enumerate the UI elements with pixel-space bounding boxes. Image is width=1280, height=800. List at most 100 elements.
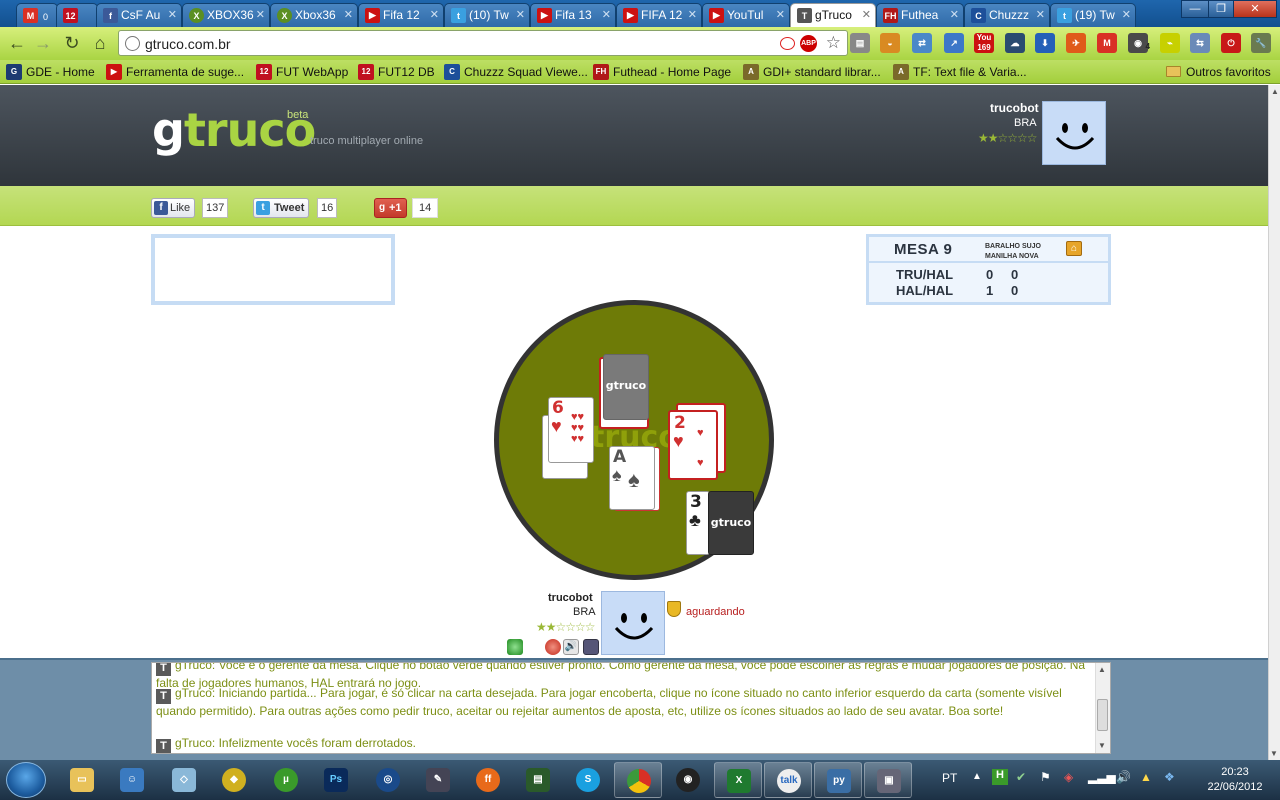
tab-item[interactable]: ▶ FIFA 12 ✕ [616, 3, 702, 27]
close-icon[interactable]: ✕ [688, 8, 697, 21]
tab-item[interactable]: X Xbox36 ✕ [270, 3, 358, 27]
tweet-button[interactable]: t Tweet [253, 198, 310, 218]
cloud-icon[interactable]: ☁ [1005, 33, 1025, 53]
drive-icon[interactable]: ▲ [1140, 770, 1152, 784]
tab-item[interactable]: t (10) Tw ✕ [444, 3, 530, 27]
scroll-up-icon[interactable]: ▲ [1271, 87, 1279, 96]
reload-button[interactable]: ↻ [60, 31, 84, 55]
taskbar-app[interactable]: ▣ [864, 762, 912, 798]
taskbar-skype[interactable]: S [564, 762, 612, 798]
system-clock[interactable]: 20:23 22/06/2012 [1200, 765, 1270, 795]
taskbar-app[interactable]: ✎ [414, 762, 462, 798]
tab-item[interactable]: X XBOX36 ✕ [182, 3, 270, 27]
eye-icon[interactable]: ◉ 4 [1128, 33, 1150, 53]
volume-icon[interactable]: 🔊 [1116, 770, 1131, 784]
extension-icon[interactable] [780, 37, 795, 50]
ready-button[interactable] [507, 639, 523, 655]
taskbar-explorer[interactable]: ▭ [58, 762, 106, 798]
taskbar-python[interactable]: py [814, 762, 862, 798]
bookmark-item[interactable]: FH Futhead - Home Page [593, 63, 731, 81]
tab-item[interactable]: FH Futhea ✕ [876, 3, 964, 27]
bookmark-item[interactable]: 12 FUT12 DB [358, 63, 435, 81]
close-icon[interactable]: ✕ [1036, 8, 1045, 21]
taskbar-gtalk[interactable]: talk [764, 762, 812, 798]
taskbar-app[interactable]: ▤ [514, 762, 562, 798]
header-player-name[interactable]: trucobot [990, 101, 1039, 115]
other-bookmarks[interactable]: Outros favoritos [1166, 63, 1271, 81]
bird-icon[interactable]: ✈ [1066, 33, 1086, 53]
youtube-icon[interactable]: You 169 [974, 33, 994, 53]
tab-item[interactable]: t (19) Tw ✕ [1050, 3, 1136, 27]
scroll-thumb[interactable] [1097, 699, 1108, 731]
tab-item[interactable]: C Chuzzz ✕ [964, 3, 1050, 27]
player-name[interactable]: trucobot [548, 592, 593, 604]
scroll-down-icon[interactable]: ▼ [1270, 749, 1278, 758]
bookmark-star-icon[interactable]: ☆ [826, 33, 841, 53]
taskbar-photoshop[interactable]: Ps [312, 762, 360, 798]
bookmark-item[interactable]: ▶ Ferramenta de suge... [106, 63, 244, 81]
arrows-icon[interactable]: ⇄ [912, 33, 932, 53]
plug-icon[interactable]: ⌁ [1160, 33, 1180, 53]
player-avatar[interactable] [601, 591, 665, 655]
close-icon[interactable]: ✕ [344, 8, 353, 21]
taskbar-app[interactable]: ◆ [210, 762, 258, 798]
taskbar-network[interactable]: ☺ [108, 762, 156, 798]
close-icon[interactable]: ✕ [168, 8, 177, 21]
tab-fut[interactable]: 12 [56, 3, 98, 27]
flag-icon[interactable]: ⚑ [1040, 770, 1051, 784]
taskbar-excel[interactable]: X [714, 762, 762, 798]
stop-button[interactable] [545, 639, 561, 655]
shield-icon[interactable]: ◈ [1064, 770, 1073, 784]
tab-item[interactable]: ▶ Fifa 13 ✕ [530, 3, 616, 27]
scroll-down-icon[interactable]: ▼ [1098, 741, 1106, 750]
download-icon[interactable]: ⬇ [1035, 33, 1055, 53]
tab-gmail[interactable]: M 0 [16, 3, 58, 27]
close-icon[interactable]: ✕ [950, 8, 959, 21]
taskbar-app[interactable]: ◇ [160, 762, 208, 798]
taskbar-app[interactable]: ◉ [664, 762, 712, 798]
maximize-button[interactable]: ❐ [1208, 0, 1234, 18]
close-icon[interactable]: ✕ [776, 8, 785, 21]
signal-icon[interactable]: ▂▃▅ [1088, 770, 1116, 784]
h-icon[interactable]: H [992, 769, 1008, 785]
close-icon[interactable]: ✕ [602, 8, 611, 21]
gmail-icon[interactable]: M [1097, 33, 1117, 53]
adblock-icon[interactable]: ABP [800, 35, 817, 52]
print-icon[interactable]: ▤ [850, 33, 870, 53]
sound-icon[interactable]: 🔊 [563, 639, 579, 655]
bookmark-item[interactable]: C Chuzzz Squad Viewe... [444, 63, 588, 81]
close-icon[interactable]: ✕ [430, 8, 439, 21]
header-avatar[interactable] [1042, 101, 1106, 165]
dropbox-icon[interactable]: ❖ [1164, 770, 1175, 784]
bookmark-item[interactable]: 12 FUT WebApp [256, 63, 348, 81]
taskbar-chrome[interactable] [614, 762, 662, 798]
language-indicator[interactable]: PT [942, 771, 957, 785]
tab-item[interactable]: ▶ YouTul ✕ [702, 3, 790, 27]
scroll-up-icon[interactable]: ▲ [1098, 665, 1106, 674]
share-icon[interactable]: ↗ [944, 33, 964, 53]
minimize-button[interactable]: — [1181, 0, 1209, 18]
power-icon[interactable]: ⏻ [1221, 33, 1241, 53]
chat-scrollbar[interactable]: ▲ ▼ [1095, 663, 1110, 753]
card-three-clubs[interactable]: 3 ♣ [686, 491, 710, 555]
close-icon[interactable]: ✕ [1122, 8, 1131, 21]
forward-button[interactable]: → [31, 31, 55, 55]
url-text[interactable]: gtruco.com.br [145, 36, 231, 52]
close-icon[interactable]: ✕ [256, 8, 265, 21]
close-icon[interactable]: ✕ [516, 8, 525, 21]
swap-icon[interactable]: ⇆ [1190, 33, 1210, 53]
taskbar-firefox[interactable]: ff [464, 762, 512, 798]
grid-icon[interactable] [583, 639, 599, 655]
facebook-like-button[interactable]: f Like [151, 198, 196, 218]
close-window-button[interactable]: ✕ [1233, 0, 1277, 18]
basket-icon[interactable]: ◒ [880, 33, 900, 53]
address-bar[interactable]: gtruco.com.br ABP ☆ [118, 30, 848, 56]
hand-card-back[interactable]: gtruco [708, 491, 754, 555]
taskbar-media[interactable]: ◎ [364, 762, 412, 798]
page-scrollbar[interactable]: ▲ ▼ [1268, 85, 1280, 760]
wrench-icon[interactable]: 🔧 [1251, 33, 1271, 53]
close-icon[interactable]: ✕ [862, 8, 871, 21]
home-button[interactable]: ⌂ [88, 31, 112, 55]
show-hidden-icon[interactable]: ▲ [972, 771, 982, 782]
taskbar-utorrent[interactable]: µ [262, 762, 310, 798]
